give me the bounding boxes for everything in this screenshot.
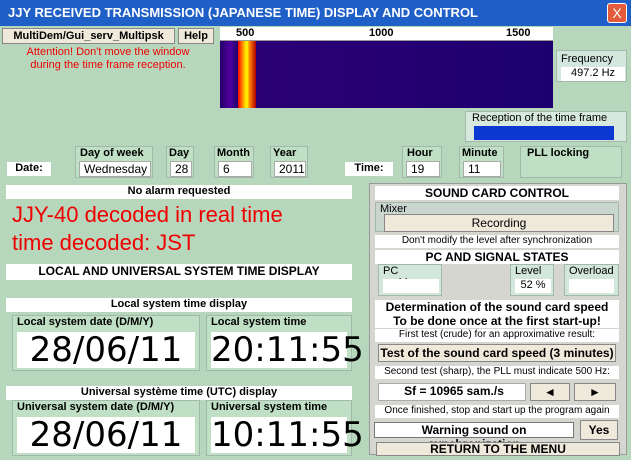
utc-title: Universal système time (UTC) display — [6, 386, 352, 400]
minute-box: Minute 11 — [459, 146, 504, 178]
reception-label: Reception of the time frame — [472, 112, 608, 124]
local-date-label: Local system date (D/M/Y) — [17, 316, 154, 328]
day-value: 28 — [170, 161, 192, 177]
jjy-window: JJY RECEIVED TRANSMISSION (JAPANESE TIME… — [0, 0, 631, 460]
local-time-value: 20:11:55 — [211, 330, 364, 370]
decoded-line-2: time decoded: JST — [12, 230, 196, 255]
determination-line-1: Determination of the sound card speed — [375, 300, 619, 314]
once-finished-note: Once finished, stop and start up the pro… — [375, 405, 619, 418]
window-title: JJY RECEIVED TRANSMISSION (JAPANESE TIME… — [8, 5, 478, 20]
close-button[interactable]: X — [607, 3, 627, 23]
warning-line-2: during the time frame reception. — [30, 59, 186, 71]
spectrum-waterfall — [220, 41, 553, 108]
year-value: 2011 — [274, 161, 306, 177]
recording-button[interactable]: Recording — [384, 214, 614, 232]
determination-line-2: To be done once at the first start-up! — [375, 314, 619, 328]
spectrum-scale: 500 1000 1500 — [220, 27, 553, 41]
level-box: Level 52 % — [510, 264, 554, 296]
time-label: Time: — [345, 162, 393, 176]
title-bar: JJY RECEIVED TRANSMISSION (JAPANESE TIME… — [0, 0, 631, 26]
first-test-note: First test (crude) for an approximative … — [375, 329, 619, 342]
local-time-label: Local system time — [211, 316, 307, 328]
hour-box: Hour 19 — [402, 146, 442, 178]
pc-problem-box: PC problem — [378, 264, 442, 296]
month-value: 6 — [218, 161, 252, 177]
mixer-box: Mixer Recording — [375, 202, 619, 232]
hour-value: 19 — [406, 161, 440, 177]
sound-card-title: SOUND CARD CONTROL — [375, 186, 619, 200]
pc-problem-indicator — [383, 279, 439, 293]
spectrum-panel: 500 1000 1500 — [220, 27, 553, 108]
local-date-box: Local system date (D/M/Y) 28/06/11 — [12, 315, 200, 371]
local-universal-title: LOCAL AND UNIVERSAL SYSTEM TIME DISPLAY — [6, 264, 352, 280]
scale-500: 500 — [236, 27, 255, 39]
overload-label: Overload — [569, 265, 614, 277]
warning-sound-label: Warning sound on synchronization — [374, 422, 574, 451]
return-button[interactable]: RETURN TO THE MENU — [376, 442, 620, 456]
utc-time-label: Universal system time — [211, 401, 328, 413]
frequency-box: Frequency 497.2 Hz — [556, 50, 627, 82]
scale-1000: 1000 — [369, 27, 394, 39]
minute-label: Minute — [462, 147, 498, 159]
second-test-note: Second test (sharp), the PLL must indica… — [375, 366, 619, 379]
day-of-week-label: Day of week — [80, 147, 144, 159]
utc-date-value: 28/06/11 — [17, 417, 195, 453]
day-label: Day — [169, 147, 190, 159]
signal-peak — [238, 41, 256, 108]
scale-1500: 1500 — [506, 27, 531, 39]
multidem-button[interactable]: MultiDem/Gui_serv_Multipsk — [2, 28, 175, 44]
month-label: Month — [217, 147, 250, 159]
dont-modify-note: Don't modify the level after synchroniza… — [375, 235, 619, 248]
frequency-label: Frequency — [561, 53, 613, 65]
reception-box: Reception of the time frame — [465, 111, 627, 142]
minute-value: 11 — [463, 161, 501, 177]
local-time-box: Local system time 20:11:55 — [206, 315, 364, 371]
decrease-button[interactable]: ◄ — [530, 383, 570, 401]
yes-button[interactable]: Yes — [580, 420, 618, 440]
test-speed-button[interactable]: Test of the sound card speed (3 minutes) — [378, 344, 616, 362]
overload-indicator — [569, 279, 614, 293]
hour-label: Hour — [407, 147, 433, 159]
utc-time-value: 10:11:55 — [211, 415, 364, 455]
right-panel: SOUND CARD CONTROL Mixer Recording Don't… — [369, 183, 627, 456]
date-label: Date: — [7, 162, 51, 176]
day-box: Day 28 — [166, 146, 194, 178]
pll-box: PLL locking — [520, 146, 622, 178]
warning-line-1: Attention! Don't move the window — [26, 46, 190, 58]
day-of-week-box: Day of week Wednesday — [75, 146, 153, 178]
overload-box: Overload — [564, 264, 619, 296]
utc-date-label: Universal system date (D/M/Y) — [17, 401, 175, 413]
level-value: 52 % — [515, 279, 551, 293]
pll-label: PLL locking — [527, 147, 590, 159]
utc-date-box: Universal system date (D/M/Y) 28/06/11 — [12, 400, 200, 456]
frequency-value: 497.2 Hz — [561, 67, 625, 81]
utc-time-box: Universal system time 10:11:55 — [206, 400, 364, 456]
sf-value: Sf = 10965 sam./s — [378, 383, 526, 401]
day-of-week-value: Wednesday — [79, 161, 151, 177]
decoded-line-1: JJY-40 decoded in real time — [12, 202, 283, 227]
help-button[interactable]: Help — [178, 28, 214, 44]
increase-button[interactable]: ► — [574, 383, 616, 401]
pc-signal-title: PC AND SIGNAL STATES — [375, 250, 619, 264]
year-label: Year — [273, 147, 297, 159]
reception-progress-bar — [474, 126, 614, 140]
alarm-status: No alarm requested — [6, 185, 352, 199]
year-box: Year 2011 — [270, 146, 308, 178]
month-box: Month 6 — [214, 146, 254, 178]
local-date-value: 28/06/11 — [17, 332, 195, 368]
level-label: Level — [515, 265, 542, 277]
local-title: Local system time display — [6, 298, 352, 312]
